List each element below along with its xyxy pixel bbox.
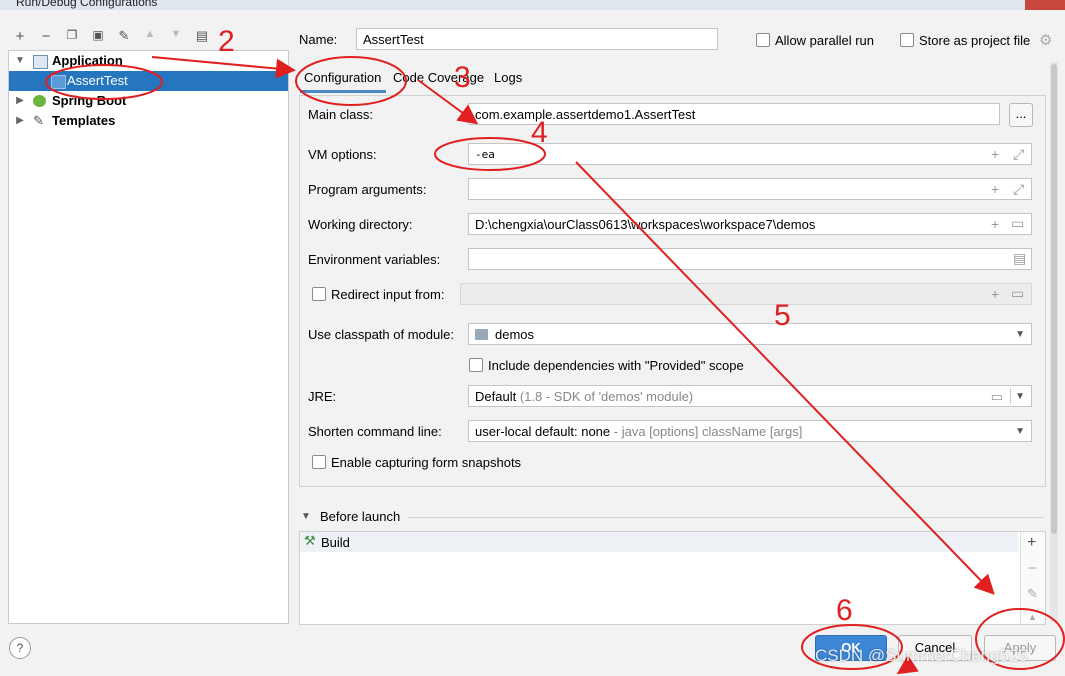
store-project-label: Store as project file [919,33,1031,48]
wrench-icon[interactable]: ✎ [115,28,133,44]
main-class-input[interactable]: com.example.assertdemo1.AssertTest [468,103,1000,125]
add-icon[interactable]: + [11,28,29,45]
list-item[interactable]: ⚒ Build [300,532,1018,552]
copy-icon[interactable]: ❐ [63,28,81,42]
config-tree: ▼ Application AssertTest ▶ Spring Boot ▶… [8,50,289,624]
remove-icon[interactable]: − [37,28,55,45]
watermark: CSDN @SummerCheng525 [815,646,1028,665]
classpath-label: Use classpath of module: [308,327,454,342]
tree-label-assert-test: AssertTest [67,73,128,88]
chevron-down-icon[interactable]: ▼ [1015,421,1025,443]
env-vars-label: Environment variables: [308,252,441,267]
redirect-checkbox[interactable] [312,287,326,301]
before-launch-title[interactable]: Before launch [320,509,400,524]
working-dir-label: Working directory: [308,217,413,232]
folder-icon[interactable]: ▭ [1011,285,1024,302]
allow-parallel-label: Allow parallel run [775,33,874,48]
tree-label-templates: Templates [52,113,116,128]
tree-item-application[interactable]: ▼ Application [9,51,288,71]
main-class-label: Main class: [308,107,374,122]
jre-hint: (1.8 - SDK of 'demos' module) [519,389,694,404]
edit-icon[interactable]: ✎ [1027,586,1038,602]
wrench-icon: ✎ [33,113,44,128]
tab-code-coverage[interactable]: Code Coverage [393,70,484,85]
name-label: Name: [299,32,338,47]
tree-label-application: Application [52,53,123,68]
include-deps-checkbox[interactable] [469,358,483,372]
tree-item-templates[interactable]: ▶ ✎ Templates [9,111,288,131]
name-input[interactable]: AssertTest [356,28,718,50]
program-args-label: Program arguments: [308,182,427,197]
tab-underline [300,90,386,93]
window-title: Run/Debug Configurations [16,0,158,9]
folder-icon[interactable]: ▭ [991,386,1003,408]
browse-button[interactable]: ... [1009,103,1033,127]
close-button[interactable] [1025,0,1065,10]
working-dir-input[interactable]: D:\chengxia\ourClass0613\workspaces\work… [468,213,1032,235]
jre-value: Default [475,389,517,404]
help-button[interactable]: ? [9,637,31,659]
window-title-bar: Run/Debug Configurations [0,0,1065,10]
separator [408,517,1044,518]
divider [1010,388,1011,404]
classpath-select[interactable]: demos ▼ [468,323,1032,345]
allow-parallel-checkbox[interactable] [756,33,770,47]
document-icon[interactable]: ▤ [1013,250,1026,267]
add-icon[interactable]: + [1027,534,1036,552]
expand-icon[interactable]: ⤢ [1013,181,1024,198]
store-project-checkbox[interactable] [900,33,914,47]
classpath-value: demos [495,327,535,342]
save-icon[interactable]: ▣ [89,28,107,42]
build-label: Build [321,535,350,550]
hammer-icon: ⚒ [304,533,316,548]
chevron-right-icon[interactable]: ▶ [15,111,25,131]
scrollbar-track[interactable] [1050,62,1058,622]
module-folder-icon [475,329,488,340]
tab-logs[interactable]: Logs [494,70,522,85]
vm-options-label: VM options: [308,147,377,162]
chevron-right-icon[interactable]: ▶ [15,91,25,111]
env-vars-input[interactable] [468,248,1032,270]
shorten-label: Shorten command line: [308,424,442,439]
move-up-icon[interactable]: ▲ [141,28,159,40]
program-args-input[interactable] [468,178,1032,200]
tree-item-assert-test[interactable]: AssertTest [9,71,288,91]
scrollbar-thumb[interactable] [1051,64,1057,534]
include-deps-label: Include dependencies with "Provided" sco… [488,358,744,373]
jre-select[interactable]: Default (1.8 - SDK of 'demos' module) ▭ … [468,385,1032,407]
expand-icon[interactable]: ⤢ [1013,146,1024,163]
move-up-icon[interactable]: ▲ [1028,612,1037,622]
tree-item-spring-boot[interactable]: ▶ Spring Boot [9,91,288,111]
plus-icon[interactable]: + [991,181,999,197]
class-icon [51,75,66,89]
move-down-icon[interactable]: ▼ [167,28,185,40]
application-icon [33,55,48,69]
spring-leaf-icon [33,95,46,107]
plus-icon[interactable]: + [991,146,999,162]
capture-checkbox[interactable] [312,455,326,469]
redirect-input[interactable] [460,283,1032,305]
tab-configuration[interactable]: Configuration [304,70,381,85]
tree-label-spring-boot: Spring Boot [52,93,127,108]
remove-icon[interactable]: − [1028,560,1037,577]
jre-label: JRE: [308,389,337,404]
plus-icon[interactable]: + [991,286,999,302]
plus-icon[interactable]: + [991,216,999,232]
shorten-select[interactable]: user-local default: none - java [options… [468,420,1032,442]
chevron-down-icon[interactable]: ▼ [15,51,25,71]
shorten-value: user-local default: none [475,424,611,439]
folder-icon[interactable]: ▭ [1011,215,1024,232]
vm-options-input[interactable]: -ea [468,143,1032,165]
chevron-down-icon[interactable]: ▼ [301,511,311,522]
redirect-label: Redirect input from: [331,287,445,302]
new-folder-icon[interactable]: ▤ [193,28,211,44]
before-launch-list: ⚒ Build + − ✎ ▲ [299,531,1046,625]
capture-label: Enable capturing form snapshots [331,455,522,470]
gear-icon[interactable]: ⚙ [1039,31,1052,49]
chevron-down-icon[interactable]: ▼ [1015,386,1025,408]
shorten-hint: - java [options] className [args] [613,424,803,439]
chevron-down-icon[interactable]: ▼ [1015,324,1025,346]
list-side-toolbar: + − ✎ ▲ [1020,532,1045,624]
